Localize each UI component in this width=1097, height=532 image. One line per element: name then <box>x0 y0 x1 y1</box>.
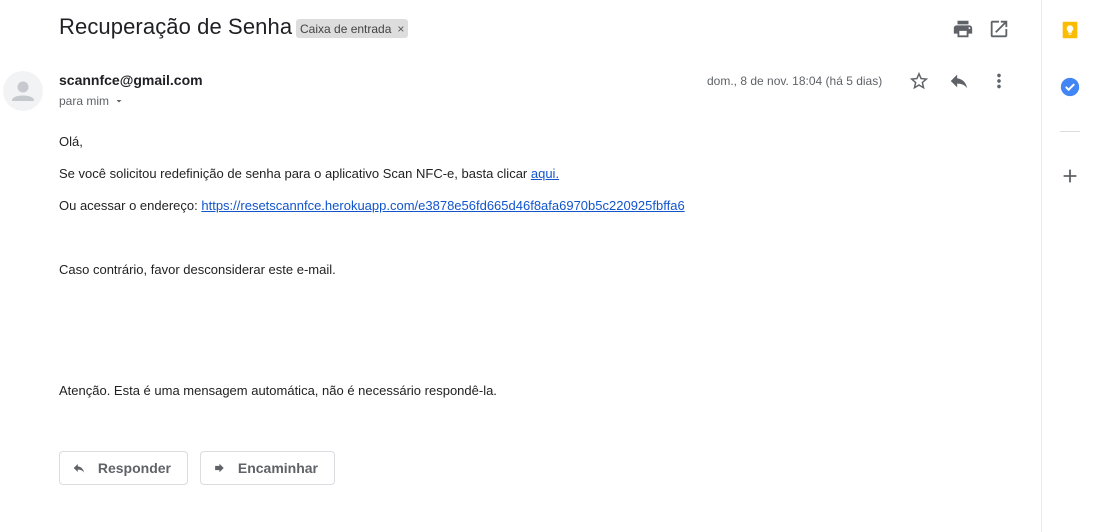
avatar <box>3 71 43 111</box>
forward-icon <box>215 463 224 473</box>
body-line-2-text: Ou acessar o endereço: <box>59 198 202 213</box>
forward-button[interactable]: Encaminhar <box>200 451 335 485</box>
email-date: dom., 8 de nov. 18:04 (há 5 dias) <box>707 74 883 88</box>
chevron-down-icon <box>116 100 122 103</box>
open-in-new-window-icon[interactable] <box>988 18 1010 40</box>
recipient-text: para mim <box>59 94 110 108</box>
add-icon[interactable] <box>1059 165 1081 187</box>
body-line-2: Ou acessar o endereço: https://resetscan… <box>59 198 685 213</box>
more-vert-icon[interactable] <box>988 70 1010 92</box>
body-line-1: Se você solicitou redefinição de senha p… <box>59 166 559 181</box>
reply-icon[interactable] <box>948 70 970 92</box>
reply-button-label: Responder <box>97 460 171 476</box>
inbox-label-chip[interactable]: Caixa de entrada × <box>296 19 409 38</box>
reset-url-link[interactable]: https://resetscannfce.herokuapp.com/e387… <box>201 198 684 213</box>
greeting-text: Olá, <box>59 134 83 149</box>
print-icon[interactable] <box>952 18 974 40</box>
default-avatar-icon <box>12 81 34 101</box>
star-icon[interactable] <box>908 70 930 92</box>
forward-button-label: Encaminhar <box>237 460 318 476</box>
tasks-icon[interactable] <box>1059 76 1081 98</box>
email-view: Recuperação de Senha Caixa de entrada × … <box>0 0 1041 532</box>
remove-label-icon[interactable]: × <box>397 22 404 36</box>
body-line-4: Atenção. Esta é uma mensagem automática,… <box>59 383 497 398</box>
reply-icon <box>73 463 85 473</box>
side-panel-divider <box>1060 131 1080 132</box>
side-panel <box>1041 0 1097 532</box>
keep-icon[interactable] <box>1059 19 1081 41</box>
body-line-1-text: Se você solicitou redefinição de senha p… <box>59 166 531 181</box>
recipient-details-toggle[interactable]: para mim <box>59 94 125 108</box>
body-line-3: Caso contrário, favor desconsiderar este… <box>59 262 336 277</box>
sender-address[interactable]: scannfce@gmail.com <box>59 72 203 88</box>
label-text: Caixa de entrada <box>300 21 392 36</box>
reset-link-here[interactable]: aqui. <box>531 166 559 181</box>
reply-button[interactable]: Responder <box>59 451 188 485</box>
email-subject: Recuperação de Senha <box>59 14 293 39</box>
